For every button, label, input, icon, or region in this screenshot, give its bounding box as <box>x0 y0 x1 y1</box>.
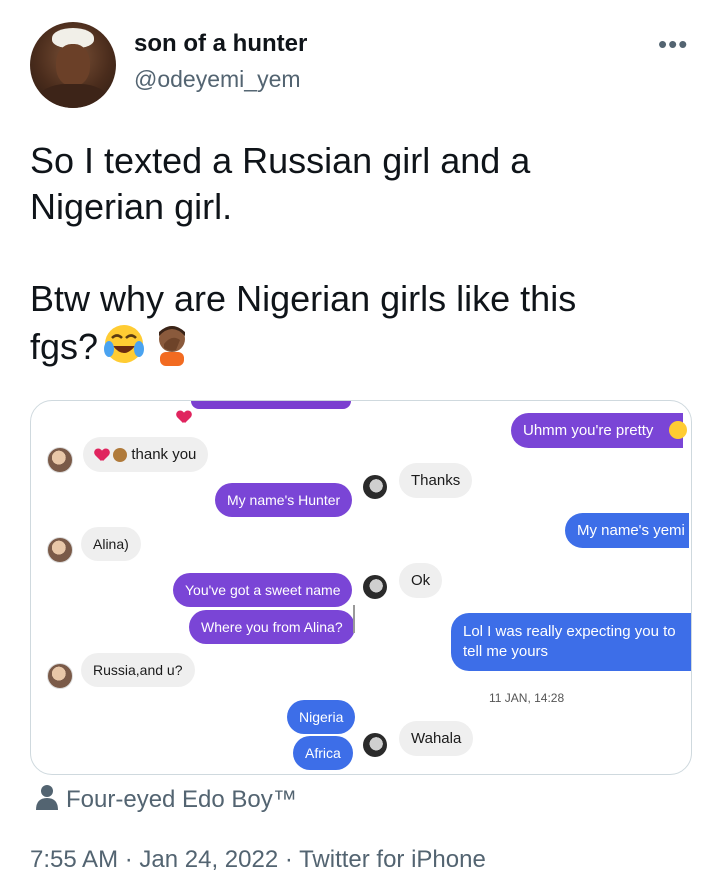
more-horizontal-icon[interactable]: ••• <box>658 31 688 57</box>
heart-icon <box>95 449 109 462</box>
display-name[interactable]: son of a hunter <box>134 30 307 58</box>
chat-bubble-my-name-yemi: My name's yemi <box>565 513 689 548</box>
smiling-blush-emoji-icon <box>669 421 687 439</box>
chat-bubble-thanks: Thanks <box>399 463 473 498</box>
tweet-text: So I texted a Russian girl and a Nigeria… <box>30 138 690 377</box>
alina-avatar <box>47 537 73 563</box>
chat-bubble-sweet-name: You've got a sweet name <box>173 573 353 607</box>
attribution-text: Four-eyed Edo Boy™ <box>66 785 297 813</box>
sender-avatar <box>363 733 387 757</box>
avatar-face <box>56 44 90 86</box>
alina-avatar <box>47 447 73 473</box>
chat-timestamp: 11 JAN, 14:28 <box>489 691 565 705</box>
cropped-bubble-edge <box>191 401 351 409</box>
sender-avatar <box>363 575 387 599</box>
facepalm-emoji-icon <box>150 322 194 377</box>
sender-avatar <box>363 475 387 499</box>
chat-bubble-you-pretty: Uhmm you're pretty <box>511 413 684 448</box>
chat-bubble-russia: Russia,and u? <box>81 653 195 687</box>
chat-bubble-alina: Alina) <box>81 527 141 561</box>
avatar-body <box>38 84 108 108</box>
media-image[interactable]: thank you My name's Hunter Alina) You've… <box>30 400 692 775</box>
media-attribution[interactable]: Four-eyed Edo Boy™ <box>36 784 297 817</box>
chat-bubble-thank-you: thank you <box>83 437 209 472</box>
person-icon <box>36 784 58 817</box>
tweet-meta[interactable]: 7:55 AM · Jan 24, 2022 · Twitter for iPh… <box>30 846 486 874</box>
chat-bubble-nigeria: Nigeria <box>287 700 356 734</box>
heart-reaction-icon <box>177 409 191 427</box>
teddy-bear-icon <box>113 448 128 463</box>
chat-bubble-where-from: Where you from Alina? <box>189 610 355 644</box>
user-handle[interactable]: @odeyemi_yem <box>134 66 301 93</box>
chat-bubble-ok: Ok <box>399 563 443 598</box>
chat-bubble-africa: Africa <box>293 736 353 770</box>
chat-bubble-my-name-hunter: My name's Hunter <box>215 483 353 517</box>
profile-avatar[interactable] <box>30 22 116 108</box>
text-cursor <box>353 605 355 633</box>
laughing-tears-emoji-icon <box>102 322 146 377</box>
alina-avatar <box>47 663 73 689</box>
chat-bubble-lol-expecting: Lol I was really expecting you to tell m… <box>451 613 691 671</box>
tweet-text-line1: So I texted a Russian girl and a Nigeria… <box>30 140 531 227</box>
chat-bubble-wahala: Wahala <box>399 721 474 756</box>
